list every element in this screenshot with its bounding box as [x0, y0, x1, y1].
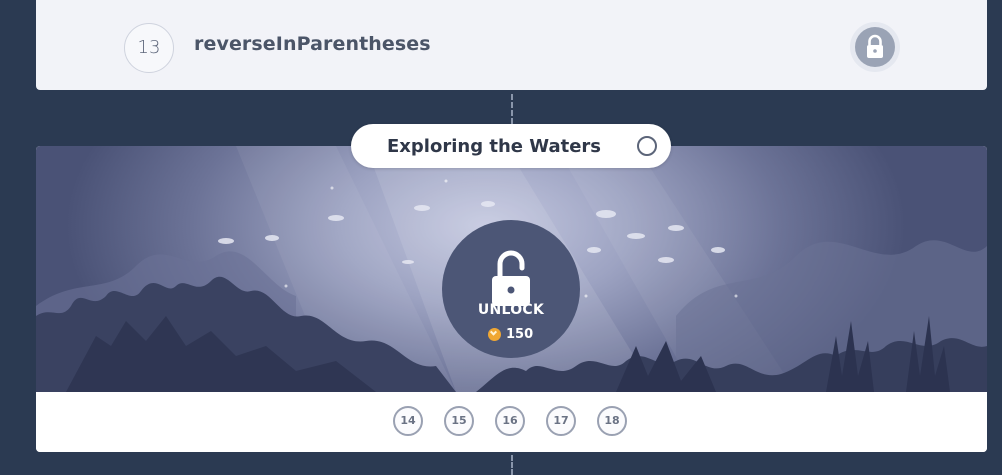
- level-number-badge: 13: [124, 23, 174, 73]
- level-badge-17[interactable]: 17: [546, 406, 576, 436]
- section-card: UNLOCK 150 14 15 16 17 18: [36, 146, 987, 452]
- path-connector-bottom: [511, 455, 513, 475]
- lock-badge: [850, 22, 900, 72]
- empty-circle-icon: [637, 136, 657, 156]
- path-connector-top: [511, 94, 513, 124]
- level-badge-14[interactable]: 14: [393, 406, 423, 436]
- section-title: Exploring the Waters: [387, 136, 601, 157]
- level-badge-18[interactable]: 18: [597, 406, 627, 436]
- section-header[interactable]: Exploring the Waters: [351, 124, 671, 168]
- level-badge-16[interactable]: 16: [495, 406, 525, 436]
- lock-icon: [867, 34, 883, 58]
- arcade-map: 13 reverseInParentheses Exploring the Wa…: [0, 0, 1002, 475]
- underwater-illustration: UNLOCK 150: [36, 146, 987, 392]
- unlock-label: UNLOCK: [477, 302, 545, 318]
- coin-icon: [488, 327, 501, 341]
- section-levels: 14 15 16 17 18: [36, 392, 987, 452]
- level-badge-15[interactable]: 15: [444, 406, 474, 436]
- unlock-price: 150: [488, 326, 533, 342]
- level-card-13[interactable]: 13 reverseInParentheses: [36, 0, 987, 90]
- price-value: 150: [506, 326, 534, 342]
- level-title: reverseInParentheses: [194, 33, 431, 55]
- unlock-button[interactable]: UNLOCK 150: [442, 220, 580, 358]
